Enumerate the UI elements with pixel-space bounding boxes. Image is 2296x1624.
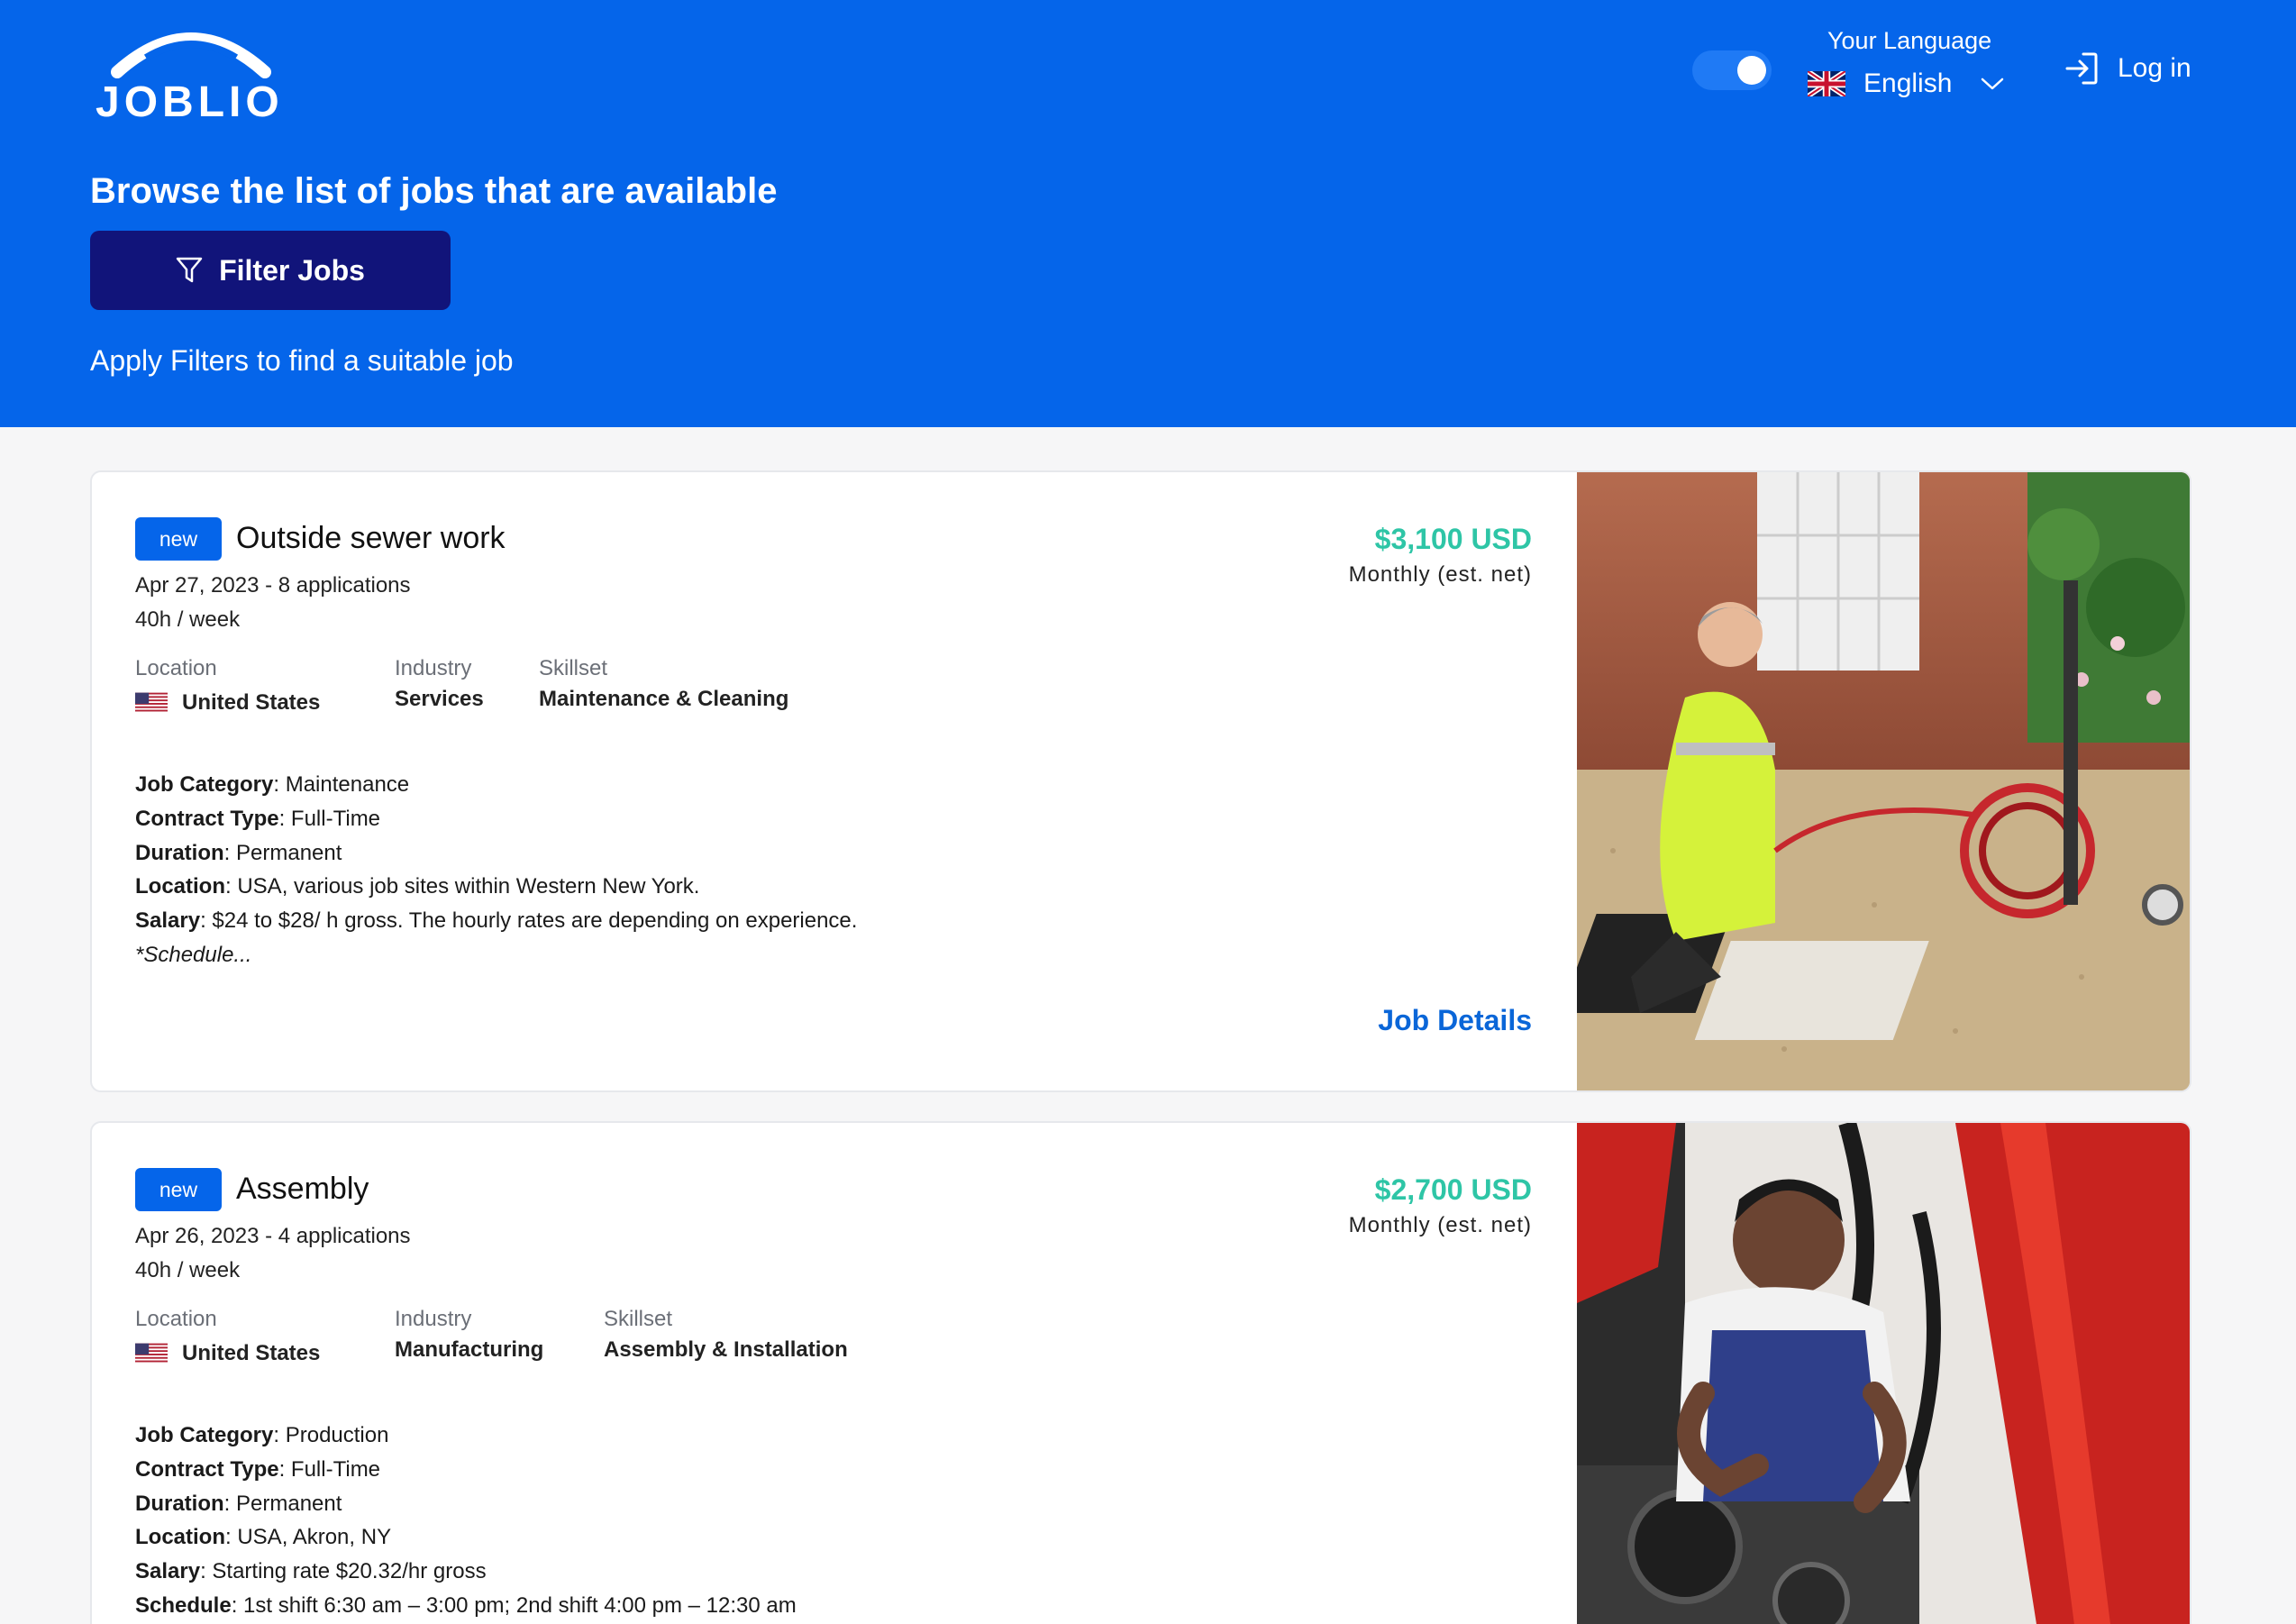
salary-line: Salary: Starting rate $20.32/hr gross [135, 1559, 487, 1584]
job-description: Job Category: Maintenance Contract Type:… [135, 768, 857, 972]
language-label: Your Language [1827, 27, 1992, 54]
new-badge: new [135, 517, 222, 561]
schedule-snippet: *Schedule... [135, 942, 252, 967]
filter-jobs-button[interactable]: Filter Jobs [90, 231, 451, 310]
skillset-label: Skillset [604, 1307, 673, 1331]
job-category-line: Job Category: Production [135, 1423, 389, 1447]
logo-arc-icon [111, 32, 271, 78]
job-title[interactable]: Assembly [236, 1172, 369, 1207]
location-detail-line: Location: USA, Akron, NY [135, 1525, 392, 1550]
location-text: United States [182, 1341, 321, 1365]
language-selector[interactable]: English [1808, 65, 2004, 103]
schedule-line: Schedule: 1st shift 6:30 am – 3:00 pm; 2… [135, 1592, 797, 1618]
salary-note: Monthly (est. net) [1348, 562, 1532, 587]
location-detail-line: Location: USA, various job sites within … [135, 874, 700, 899]
joblio-logo[interactable]: JOBLIO [96, 25, 285, 126]
filter-jobs-label: Filter Jobs [219, 253, 365, 287]
theme-toggle[interactable] [1692, 50, 1772, 90]
contract-type-line: Contract Type: Full-Time [135, 1456, 381, 1482]
us-flag-icon [135, 1343, 168, 1364]
salary-note: Monthly (est. net) [1348, 1213, 1532, 1237]
job-meta: Apr 26, 2023 - 4 applications [135, 1224, 411, 1248]
skillset-label: Skillset [539, 656, 608, 680]
job-card[interactable]: new Outside sewer work Apr 27, 2023 - 8 … [90, 470, 2191, 1092]
job-card[interactable]: new Assembly Apr 26, 2023 - 4 applicatio… [90, 1121, 2191, 1624]
job-photo-sewer [1577, 472, 2190, 1090]
job-category-line: Job Category: Maintenance [135, 772, 410, 797]
duration-line: Duration: Permanent [135, 840, 342, 865]
login-arrow-icon [2065, 52, 2098, 85]
salary-amount: $3,100 USD [1374, 523, 1532, 555]
page-title: Browse the list of jobs that are availab… [90, 171, 778, 211]
location-text: United States [182, 690, 321, 715]
job-hours: 40h / week [135, 1258, 241, 1282]
salary-line: Salary: $24 to $28/ h gross. The hourly … [135, 908, 858, 934]
job-description: Job Category: Production Contract Type: … [135, 1419, 797, 1623]
duration-line: Duration: Permanent [135, 1491, 342, 1516]
location-label: Location [135, 1307, 217, 1331]
salary-amount: $2,700 USD [1374, 1173, 1532, 1206]
chevron-down-icon [1982, 78, 2004, 90]
language-value: English [1863, 68, 1953, 98]
job-photo-assembly [1577, 1123, 2190, 1624]
industry-label: Industry [395, 1307, 472, 1331]
job-details-link[interactable]: Job Details [1378, 1004, 1532, 1037]
job-title[interactable]: Outside sewer work [236, 521, 506, 556]
us-flag-icon [135, 692, 168, 714]
location-value: United States [135, 1341, 320, 1366]
site-header: JOBLIO Your Language English Log in Brow… [0, 0, 2296, 427]
toggle-knob [1737, 56, 1766, 85]
logo-text: JOBLIO [96, 78, 284, 126]
skillset-value: Assembly & Installation [604, 1337, 848, 1362]
new-badge: new [135, 1168, 222, 1211]
contract-type-line: Contract Type: Full-Time [135, 806, 381, 831]
job-meta: Apr 27, 2023 - 8 applications [135, 573, 411, 598]
skillset-value: Maintenance & Cleaning [539, 687, 789, 711]
location-label: Location [135, 656, 217, 680]
job-hours: 40h / week [135, 607, 241, 632]
industry-label: Industry [395, 656, 472, 680]
industry-value: Services [395, 687, 484, 711]
login-label: Log in [2118, 53, 2191, 83]
industry-value: Manufacturing [395, 1337, 544, 1362]
filter-hint: Apply Filters to find a suitable job [90, 344, 514, 377]
location-value: United States [135, 690, 320, 716]
uk-flag-icon [1808, 71, 1845, 96]
login-link[interactable]: Log in [2064, 50, 2191, 87]
funnel-icon [176, 257, 203, 283]
